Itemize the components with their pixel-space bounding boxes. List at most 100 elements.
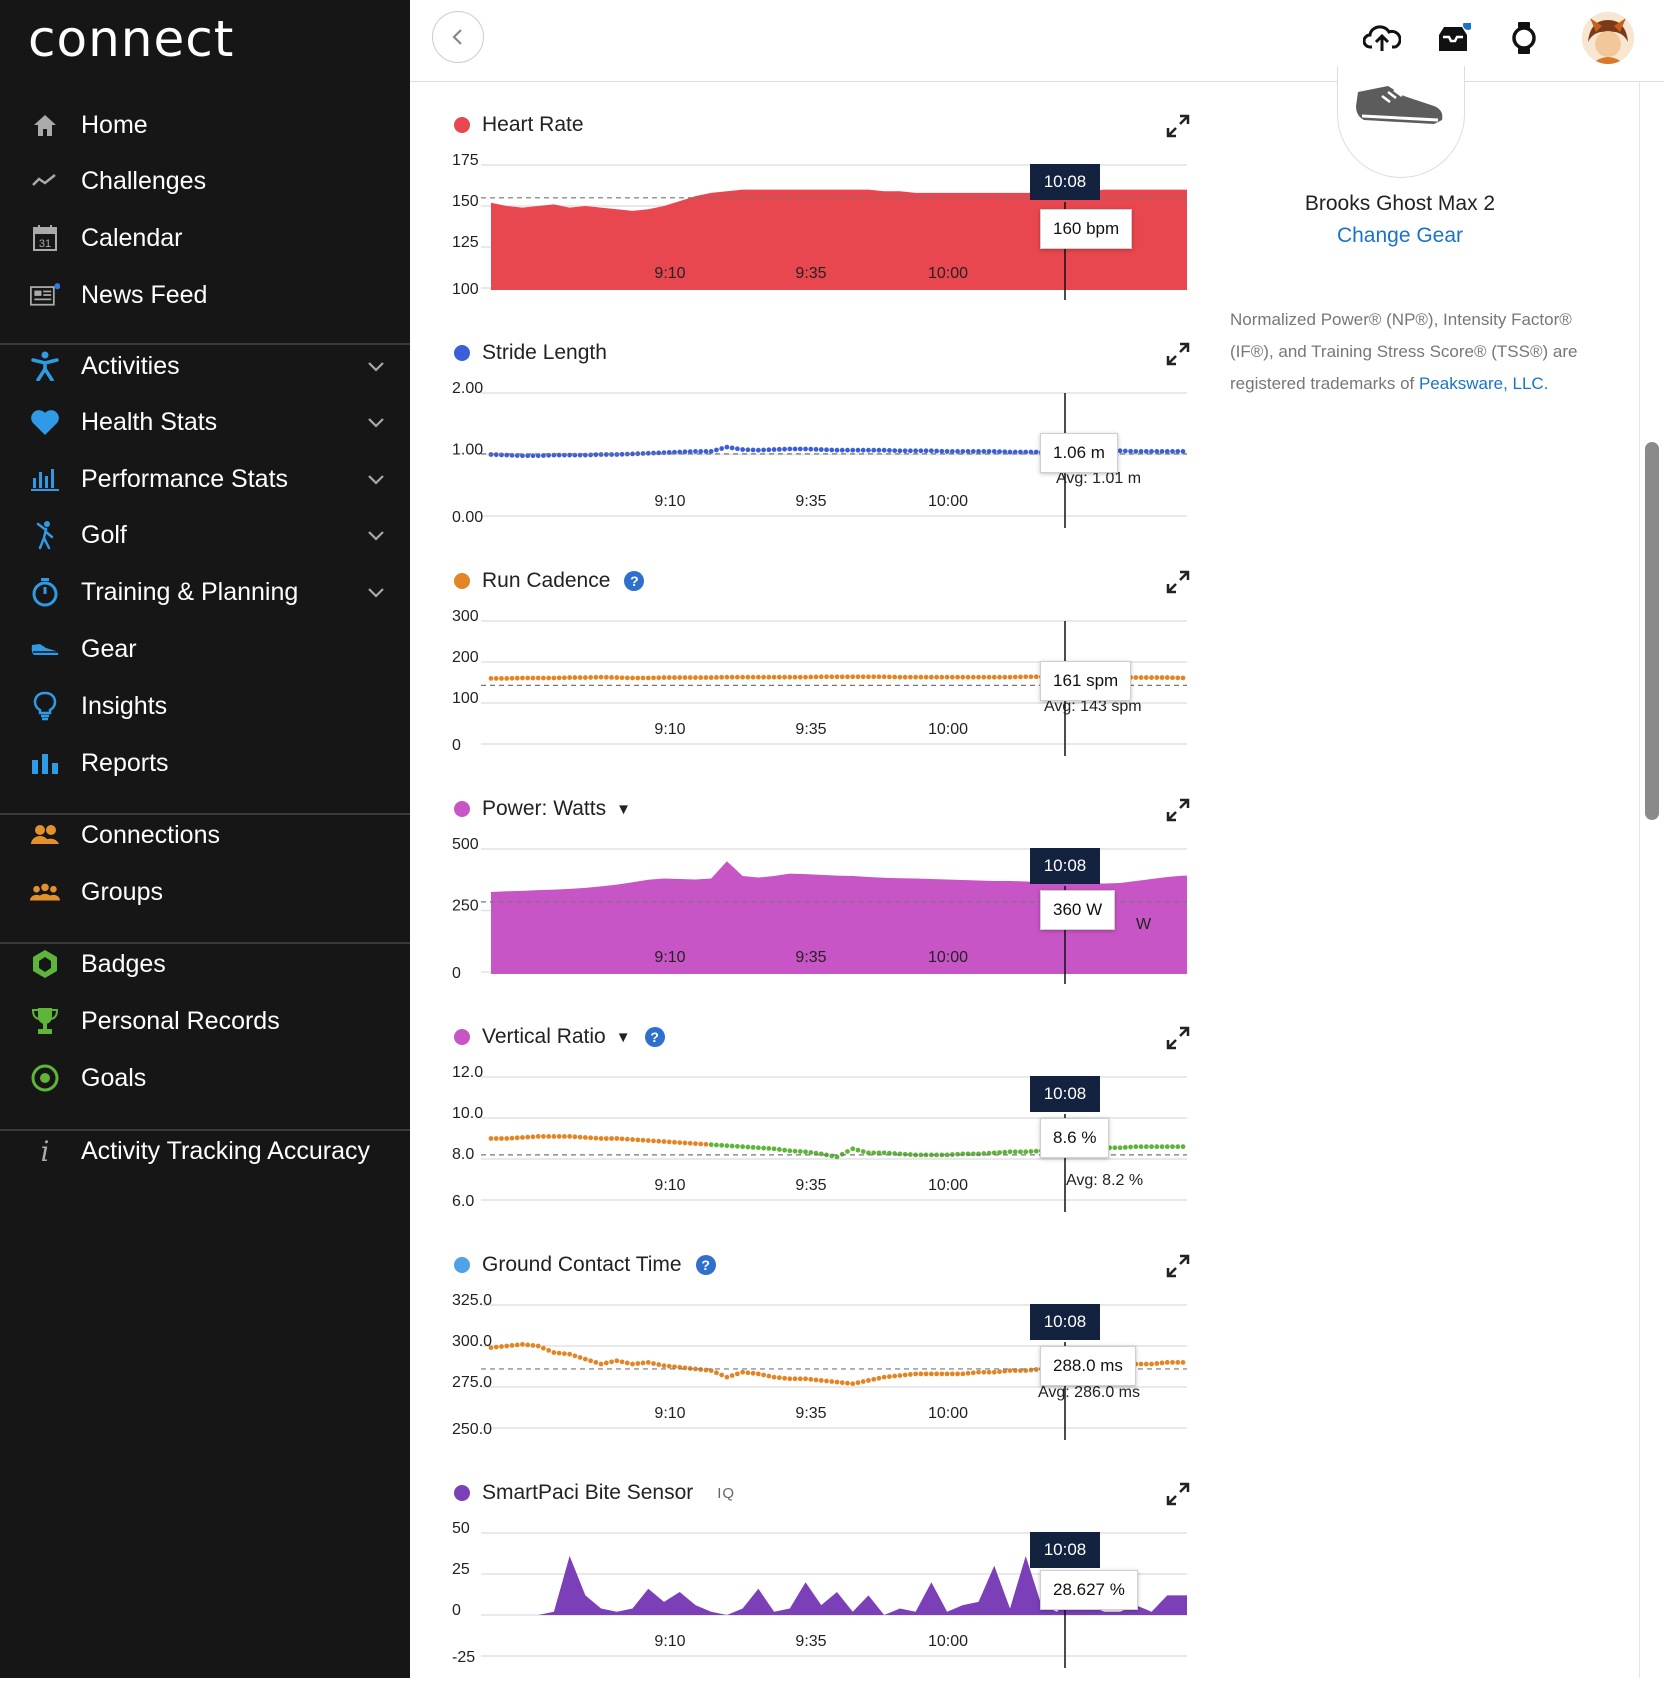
sidebar-item-calendar[interactable]: 31 Calendar — [0, 213, 410, 263]
sidebar-item-groups[interactable]: Groups — [0, 867, 410, 917]
data-point — [803, 446, 808, 452]
y-tick-label: 50 — [452, 1520, 470, 1537]
cursor-time-tooltip: 10:08 — [1030, 1304, 1100, 1340]
data-point — [624, 1360, 630, 1366]
data-point — [1138, 1361, 1144, 1367]
connect-logo[interactable]: connect — [28, 10, 234, 68]
cursor-value-tooltip: 288.0 ms — [1040, 1346, 1136, 1386]
sidebar-divider — [0, 813, 410, 815]
data-point — [897, 1373, 903, 1378]
data-point — [603, 674, 609, 680]
scrollbar-thumb[interactable] — [1645, 442, 1659, 820]
sidebar-item-health-stats[interactable]: Health Stats — [0, 397, 410, 447]
peaksware-link[interactable]: Peaksware, LLC. — [1419, 374, 1548, 393]
sidebar-item-badges[interactable]: Badges — [0, 939, 410, 989]
data-point — [1164, 675, 1170, 680]
sidebar-item-home[interactable]: Home — [0, 100, 410, 150]
chevron-down-icon[interactable] — [365, 411, 387, 433]
gear-image[interactable] — [1337, 66, 1465, 178]
data-point — [1128, 1144, 1133, 1150]
chevron-down-icon[interactable] — [365, 524, 387, 546]
data-point — [887, 1374, 892, 1380]
device-button[interactable] — [1504, 18, 1544, 58]
average-label: W — [1136, 916, 1152, 933]
sidebar-item-label: Activity Tracking Accuracy — [81, 1136, 370, 1165]
data-point — [829, 447, 835, 453]
avatar[interactable] — [1582, 12, 1634, 64]
data-point — [776, 1375, 782, 1381]
x-tick-label: 9:10 — [654, 1177, 685, 1194]
sidebar-item-insights[interactable]: Insights — [0, 681, 410, 731]
data-point — [698, 449, 704, 454]
data-point — [750, 447, 756, 453]
data-point — [1164, 449, 1170, 454]
data-point — [651, 1361, 656, 1366]
sidebar-item-label: Golf — [81, 520, 127, 549]
sidebar-item-reports[interactable]: Reports — [0, 738, 410, 788]
data-point — [577, 1355, 583, 1360]
sidebar-item-goals[interactable]: Goals — [0, 1053, 410, 1103]
data-point — [682, 675, 688, 680]
chart-ground-contact-time: Ground Contact Time? 325.0 300.0 275.0 250.0… — [450, 1250, 1200, 1478]
inbox-button[interactable] — [1433, 18, 1473, 58]
gear-name: Brooks Ghost Max 2 — [1304, 192, 1496, 215]
data-point — [719, 446, 725, 451]
data-point — [603, 452, 609, 457]
data-point — [666, 1139, 672, 1145]
data-point — [614, 1358, 620, 1364]
sidebar-item-golf[interactable]: Golf — [0, 510, 410, 560]
data-point — [970, 1370, 976, 1376]
data-point — [609, 452, 614, 457]
data-point — [640, 1360, 646, 1366]
data-point — [755, 674, 761, 680]
sidebar-item-challenges[interactable]: Challenges — [0, 156, 410, 206]
data-point — [661, 1363, 667, 1369]
change-gear-link[interactable]: Change Gear — [1210, 224, 1590, 248]
data-point — [1149, 675, 1154, 680]
data-point — [991, 674, 997, 680]
data-point — [787, 674, 793, 680]
data-point — [1180, 1360, 1186, 1365]
data-point — [755, 1371, 761, 1377]
chevron-down-icon[interactable] — [365, 581, 387, 603]
data-point — [635, 1361, 641, 1366]
data-point — [818, 1378, 824, 1383]
sidebar-item-personal-records[interactable]: Personal Records — [0, 996, 410, 1046]
back-button[interactable] — [432, 11, 484, 63]
data-point — [902, 1372, 908, 1378]
data-point — [970, 674, 976, 680]
scrollbar-track[interactable] — [1639, 82, 1664, 1678]
data-point — [808, 1150, 814, 1155]
data-point — [887, 448, 892, 453]
data-point — [997, 1150, 1002, 1155]
data-point — [535, 675, 541, 681]
data-point — [965, 449, 971, 454]
sidebar-item-connections[interactable]: Connections — [0, 810, 410, 860]
top-bar — [410, 0, 1664, 82]
data-point — [1180, 449, 1186, 454]
y-tick-label: 100 — [452, 690, 479, 707]
data-point — [797, 1376, 803, 1382]
data-point — [734, 446, 740, 452]
sidebar-item-performance-stats[interactable]: Performance Stats — [0, 454, 410, 504]
data-point — [729, 674, 735, 680]
svg-text:i: i — [41, 1136, 50, 1166]
data-point — [651, 1138, 656, 1144]
data-point — [693, 675, 698, 680]
home-icon — [30, 110, 60, 140]
sidebar-item-activities[interactable]: Activities — [0, 341, 410, 391]
data-point — [740, 674, 746, 680]
sidebar-item-training-planning[interactable]: Training & Planning — [0, 567, 410, 617]
chevron-down-icon[interactable] — [365, 355, 387, 377]
sidebar-item-news-feed[interactable]: News Feed — [0, 270, 410, 320]
sidebar-item-activity-tracking-accuracy[interactable]: i Activity Tracking Accuracy — [0, 1126, 410, 1176]
upload-button[interactable] — [1362, 18, 1402, 58]
average-label: Avg: 8.2 % — [1066, 1172, 1144, 1189]
sidebar-item-label: Challenges — [81, 166, 207, 195]
data-point — [976, 449, 981, 454]
chevron-down-icon[interactable] — [365, 468, 387, 490]
data-point — [1138, 675, 1144, 680]
y-tick-label: 0.00 — [452, 509, 483, 526]
sidebar-item-gear[interactable]: Gear — [0, 624, 410, 674]
data-point — [923, 448, 929, 454]
